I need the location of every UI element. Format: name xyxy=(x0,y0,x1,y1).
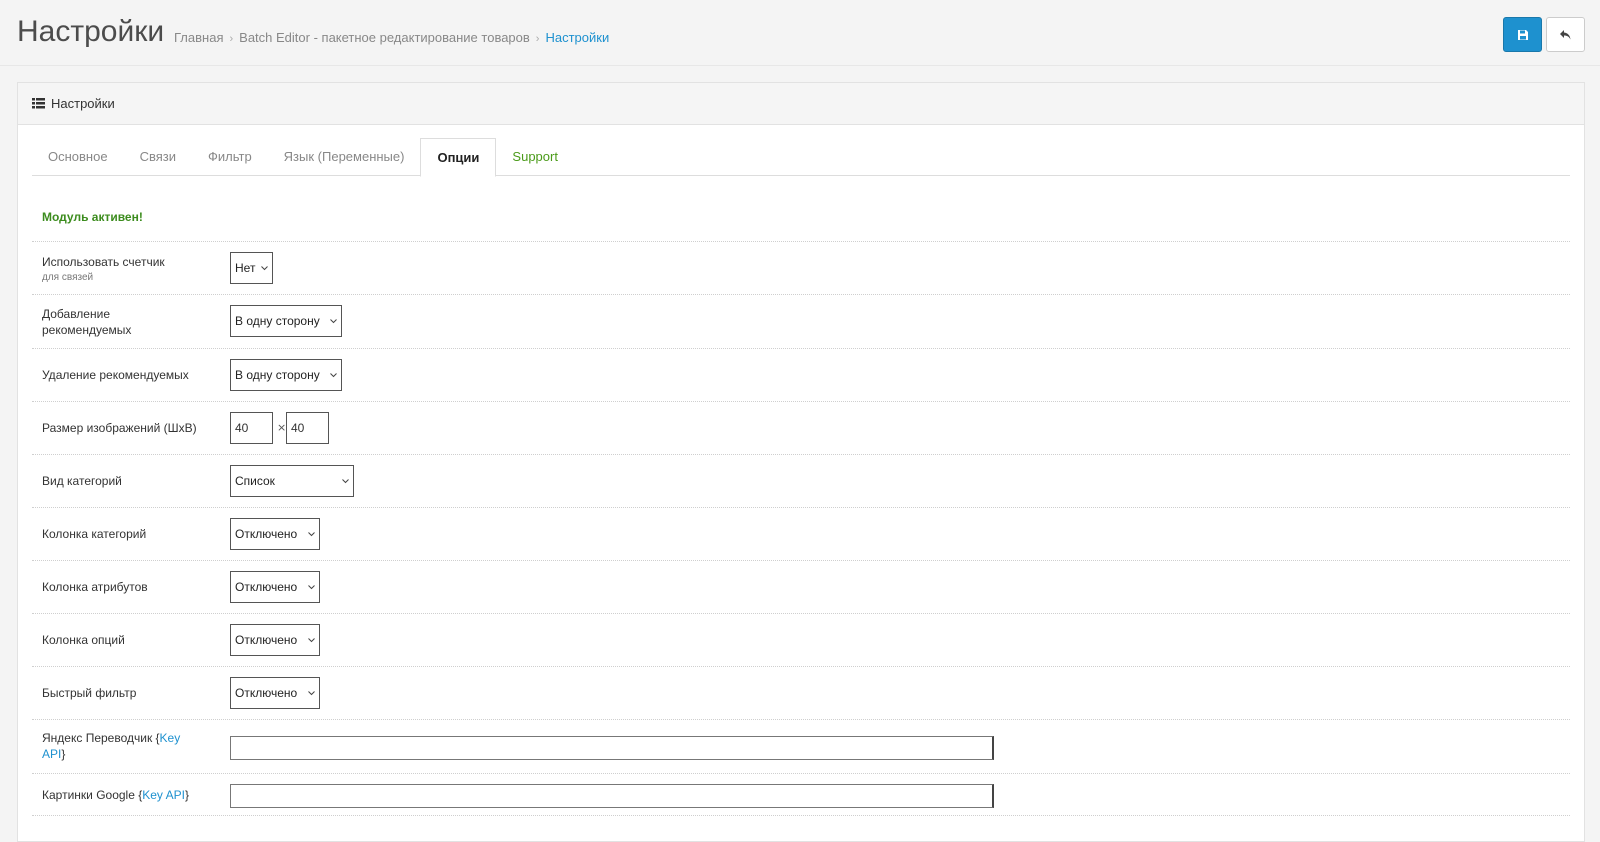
chevron-down-icon xyxy=(308,690,315,696)
tab-options[interactable]: Опции xyxy=(420,138,497,177)
breadcrumb-home[interactable]: Главная xyxy=(174,30,223,45)
chevron-down-icon xyxy=(308,584,315,590)
form-row-category-view: Вид категорий Список xyxy=(32,454,1570,507)
form-row-option-column: Колонка опций Отключено xyxy=(32,613,1570,666)
status-message: Модуль активен! xyxy=(42,210,143,224)
chevron-down-icon xyxy=(330,318,337,324)
page-header: Настройки Главная › Batch Editor - пакетно… xyxy=(0,0,1600,66)
tab-main[interactable]: Основное xyxy=(32,138,124,176)
category-view-select[interactable]: Список xyxy=(230,465,354,497)
chevron-down-icon xyxy=(342,478,349,484)
panel-heading: Настройки xyxy=(18,83,1584,125)
form-row-category-column: Колонка категорий Отключено xyxy=(32,507,1570,560)
chevron-down-icon xyxy=(330,372,337,378)
form-row-attribute-column: Колонка атрибутов Отключено xyxy=(32,560,1570,613)
counter-select[interactable]: Нет xyxy=(230,252,273,284)
field-label: Удаление рекомендуемых xyxy=(42,368,189,382)
field-label: Колонка опций xyxy=(42,633,125,647)
image-height-input[interactable]: 40 xyxy=(286,412,329,444)
yandex-key-input[interactable] xyxy=(230,736,994,760)
attribute-column-select[interactable]: Отключено xyxy=(230,571,320,603)
field-hint: для связей xyxy=(42,272,94,283)
panel-heading-title: Настройки xyxy=(51,96,115,111)
save-button[interactable] xyxy=(1503,17,1542,52)
form-row-yandex-translator: Яндекс Переводчик {Key API} xyxy=(32,719,1570,773)
field-label: Использовать счетчик для связей xyxy=(42,254,212,286)
google-key-api-link[interactable]: Key API xyxy=(142,788,185,802)
floppy-disk-icon xyxy=(1517,29,1528,40)
breadcrumb-current[interactable]: Настройки xyxy=(545,30,609,45)
breadcrumb-separator: › xyxy=(229,33,234,45)
list-icon xyxy=(32,98,45,109)
google-key-input[interactable] xyxy=(230,784,994,808)
option-column-select[interactable]: Отключено xyxy=(230,624,320,656)
page-title: Настройки xyxy=(17,15,165,48)
chevron-down-icon xyxy=(308,637,315,643)
form-row-google-images: Картинки Google {Key API} xyxy=(32,773,1570,816)
form-row-delete-related: Удаление рекомендуемых В одну сторону xyxy=(32,348,1570,401)
category-column-select[interactable]: Отключено xyxy=(230,518,320,550)
field-label: Вид категорий xyxy=(42,474,122,488)
field-label: Картинки Google {Key API} xyxy=(42,788,189,802)
tab-filter[interactable]: Фильтр xyxy=(192,138,268,176)
tab-support[interactable]: Support xyxy=(496,138,574,176)
back-button[interactable] xyxy=(1546,17,1585,52)
field-label: Колонка категорий xyxy=(42,527,147,541)
form-row-image-size: Размер изображений (ШxВ) 40 × 40 xyxy=(32,401,1570,454)
form-row-quick-filter: Быстрый фильтр Отключено xyxy=(32,666,1570,719)
image-width-input[interactable]: 40 xyxy=(230,412,273,444)
breadcrumb: Главная › Batch Editor - пакетное редактир… xyxy=(174,30,609,45)
quick-filter-select[interactable]: Отключено xyxy=(230,677,320,709)
field-label: Добавление рекомендуемых xyxy=(42,307,132,337)
breadcrumb-module[interactable]: Batch Editor - пакетное редактирование т… xyxy=(239,30,530,45)
field-label: Яндекс Переводчик {Key API} xyxy=(42,731,181,761)
field-label: Быстрый фильтр xyxy=(42,686,137,700)
field-label: Колонка атрибутов xyxy=(42,580,148,594)
tab-bar: Основное Связи Фильтр Язык (Переменные) … xyxy=(32,138,1570,177)
tab-language[interactable]: Язык (Переменные) xyxy=(268,138,421,176)
tab-links[interactable]: Связи xyxy=(124,138,192,176)
settings-panel: Настройки Основное Связи Фильтр Язык (Пе… xyxy=(17,82,1585,842)
breadcrumb-separator: › xyxy=(535,33,540,45)
times-sign: × xyxy=(277,421,287,434)
delete-related-select[interactable]: В одну сторону xyxy=(230,359,342,391)
reply-arrow-icon xyxy=(1560,29,1571,39)
field-label: Размер изображений (ШxВ) xyxy=(42,421,197,435)
add-related-select[interactable]: В одну сторону xyxy=(230,305,342,337)
form-row-add-related: Добавление рекомендуемых В одну сторону xyxy=(32,294,1570,348)
chevron-down-icon xyxy=(261,265,268,271)
chevron-down-icon xyxy=(308,531,315,537)
form-row-counter: Использовать счетчик для связей Нет xyxy=(32,241,1570,294)
